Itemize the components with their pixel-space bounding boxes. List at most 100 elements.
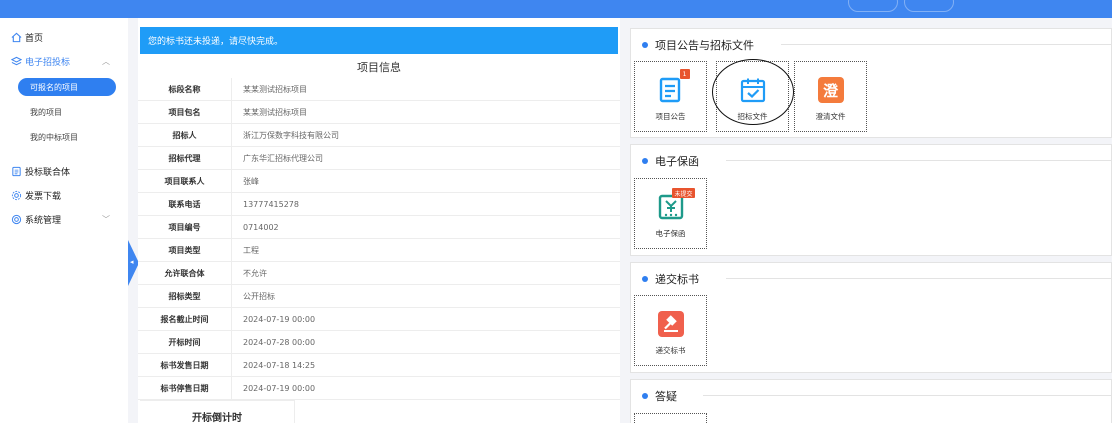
sidebar-item-system[interactable]: 系统管理 ﹀ <box>0 209 128 229</box>
clarification-icon: 澄 <box>816 75 846 105</box>
info-value: 2024-07-28 00:00 <box>243 337 316 347</box>
info-value: 某某测试招标项目 <box>243 84 307 94</box>
tile-project-announcement[interactable]: 1 项目公告 <box>634 61 707 132</box>
tile-e-guarantee[interactable]: 未提交 电子保函 <box>634 178 707 249</box>
info-row: 标段名称 某某测试招标项目 <box>138 77 620 101</box>
sidebar-item-label: 电子招投标 <box>25 57 71 68</box>
info-value: 不允许 <box>243 268 267 278</box>
content-gutter <box>128 18 138 423</box>
layers-icon <box>10 55 22 67</box>
info-row: 项目包名 某某测试招标项目 <box>138 100 620 124</box>
info-label: 项目编号 <box>168 222 201 232</box>
tile-qa[interactable] <box>634 413 707 423</box>
notification-badge: 1 <box>679 69 690 79</box>
calendar-check-icon <box>738 75 768 105</box>
info-value: 张峰 <box>243 176 259 186</box>
info-value: 公开招标 <box>243 291 275 301</box>
sidebar-sub-available-projects[interactable]: 可报名的项目 <box>18 78 116 96</box>
info-label: 联系电话 <box>168 199 201 209</box>
header-pill-button[interactable] <box>848 0 898 12</box>
header-pill-button[interactable] <box>904 0 954 12</box>
top-header-bar <box>0 0 1112 18</box>
info-value: 2024-07-18 14:25 <box>243 360 316 370</box>
sidebar-sub-my-projects[interactable]: 我的项目 <box>18 103 116 121</box>
info-value: 广东华汇招标代理公司 <box>243 153 323 163</box>
sidebar-item-label: 发票下载 <box>25 191 62 202</box>
panel-divider <box>781 44 1111 45</box>
info-label: 项目类型 <box>168 245 201 255</box>
panel-title-text: 电子保函 <box>655 155 699 168</box>
sidebar-item-home[interactable]: 首页 <box>0 27 128 47</box>
announcement-doc-icon: 1 <box>656 69 690 105</box>
announcement-panel: 项目公告与招标文件 1 项目公告 招标文件 澄 澄清文件 <box>630 28 1112 138</box>
info-value: 某某测试招标项目 <box>243 107 307 117</box>
info-row: 项目编号 0714002 <box>138 215 620 239</box>
sidebar: 首页 电子招投标 ︿ 可报名的项目 我的项目 我的中标项目 投标联合体 发票下载… <box>0 18 128 423</box>
sidebar-item-label: 首页 <box>25 33 44 44</box>
info-row: 联系电话 13777415278 <box>138 192 620 216</box>
status-badge: 未提交 <box>672 188 695 198</box>
bullet-dot-icon <box>642 158 648 164</box>
tile-label: 项目公告 <box>655 112 686 121</box>
panel-title-text: 递交标书 <box>655 273 699 286</box>
panel-divider <box>703 395 1111 396</box>
info-value: 2024-07-19 00:00 <box>243 314 316 324</box>
submit-bid-panel: 递交标书 递交标书 <box>630 262 1112 373</box>
sidebar-item-invoice[interactable]: 发票下载 <box>0 185 128 205</box>
tile-label: 招标文件 <box>737 112 768 121</box>
bullet-dot-icon <box>642 276 648 282</box>
info-row: 允许联合体 不允许 <box>138 261 620 285</box>
bullet-dot-icon <box>642 393 648 399</box>
info-label: 标书停售日期 <box>160 383 209 393</box>
panel-divider <box>726 160 1111 161</box>
panel-title-guarantee: 电子保函 <box>642 153 705 169</box>
panel-title-qa: 答疑 <box>642 388 683 404</box>
info-label: 标书发售日期 <box>160 360 209 370</box>
chevron-up-icon[interactable]: ︿ <box>102 56 110 67</box>
sidebar-item-label: 系统管理 <box>25 215 62 226</box>
tile-clarification-files[interactable]: 澄 澄清文件 <box>794 61 867 132</box>
chevron-down-icon[interactable]: ﹀ <box>102 214 110 225</box>
sidebar-item-joint-bid[interactable]: 投标联合体 <box>0 161 128 181</box>
gavel-icon <box>656 309 686 339</box>
panel-title-text: 答疑 <box>655 390 677 403</box>
document-icon <box>10 165 22 177</box>
caret-left-icon: ◂ <box>130 258 134 266</box>
qa-panel: 答疑 <box>630 379 1112 423</box>
guarantee-panel: 电子保函 未提交 电子保函 <box>630 144 1112 256</box>
countdown-label: 开标倒计时 <box>140 400 295 423</box>
panel-divider <box>726 278 1111 279</box>
panel-title-submit: 递交标书 <box>642 271 705 287</box>
submission-notice-banner: 您的标书还未投递，请尽快完成。 <box>140 27 618 54</box>
guarantee-icon: 未提交 <box>656 188 695 222</box>
info-label: 招标类型 <box>168 291 201 301</box>
project-info-panel: 您的标书还未投递，请尽快完成。 项目信息 标段名称 某某测试招标项目 项目包名 某某测… <box>138 18 620 423</box>
info-label: 允许联合体 <box>164 268 205 278</box>
info-label: 项目联系人 <box>164 176 205 186</box>
tile-label: 澄清文件 <box>815 112 846 121</box>
tile-bid-documents[interactable]: 招标文件 <box>716 61 789 132</box>
info-value: 0714002 <box>243 222 279 232</box>
bullet-dot-icon <box>642 42 648 48</box>
info-row: 招标人 浙江万保数字科技有限公司 <box>138 123 620 147</box>
info-label: 招标代理 <box>168 153 201 163</box>
info-row: 招标代理 广东华汇招标代理公司 <box>138 146 620 170</box>
info-label: 开标时间 <box>168 337 201 347</box>
info-row: 开标时间 2024-07-28 00:00 <box>138 330 620 354</box>
info-value: 浙江万保数字科技有限公司 <box>243 130 339 140</box>
info-row: 项目类型 工程 <box>138 238 620 262</box>
home-icon <box>10 31 22 43</box>
tile-submit-bid[interactable]: 递交标书 <box>634 295 707 366</box>
sidebar-sub-won-projects[interactable]: 我的中标项目 <box>18 128 116 146</box>
sidebar-item-label: 投标联合体 <box>25 167 71 178</box>
tile-label: 电子保函 <box>655 229 686 238</box>
info-value: 2024-07-19 00:00 <box>243 383 316 393</box>
info-row: 报名截止时间 2024-07-19 00:00 <box>138 307 620 331</box>
info-row: 招标类型 公开招标 <box>138 284 620 308</box>
info-value: 13777415278 <box>243 199 299 209</box>
info-value: 工程 <box>243 245 259 255</box>
info-row: 标书停售日期 2024-07-19 00:00 <box>138 376 620 400</box>
sidebar-item-bidding[interactable]: 电子招投标 ︿ <box>0 51 128 71</box>
info-row: 项目联系人 张峰 <box>138 169 620 193</box>
info-label: 项目包名 <box>168 107 201 117</box>
